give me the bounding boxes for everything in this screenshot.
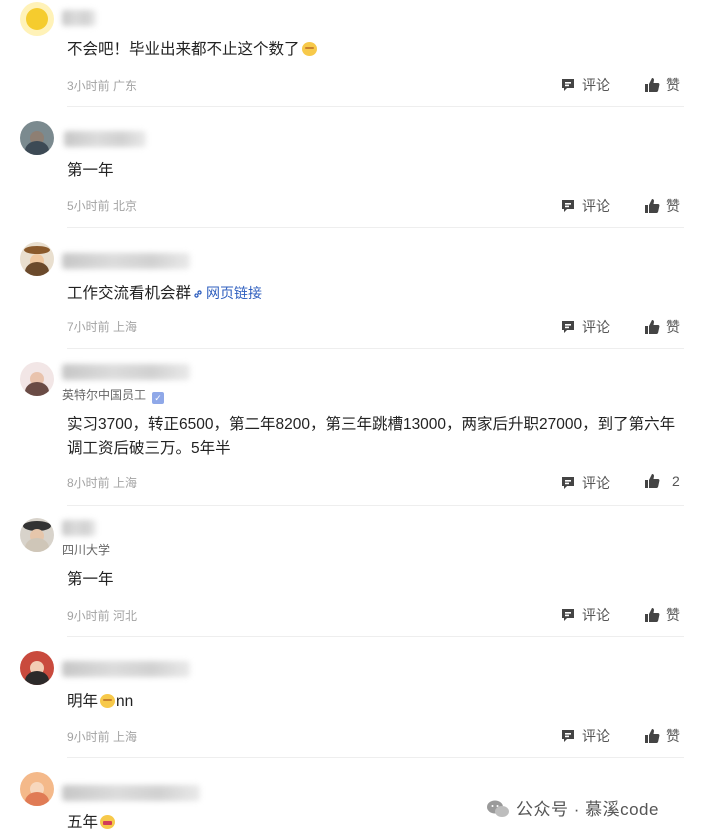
username-blurred[interactable] — [62, 253, 190, 269]
username-blurred[interactable] — [62, 785, 200, 801]
wechat-icon — [487, 800, 509, 817]
divider — [67, 636, 684, 637]
reply-button[interactable]: 评论 — [560, 726, 610, 746]
like-button[interactable]: 赞 — [644, 605, 680, 625]
comment-meta: 8小时前 上海 — [67, 476, 138, 490]
reply-button[interactable]: 评论 — [560, 75, 610, 95]
avatar[interactable] — [20, 362, 54, 396]
comment-text: 第一年 — [67, 571, 114, 588]
reply-button[interactable]: 评论 — [560, 196, 610, 216]
reply-button[interactable]: 评论 — [560, 473, 610, 493]
divider — [67, 505, 684, 506]
thumbs-up-icon — [645, 78, 660, 92]
comment-icon — [562, 200, 574, 212]
comment-icon — [562, 609, 574, 621]
thumbs-up-icon — [645, 608, 660, 622]
divider — [67, 227, 684, 228]
comment-text: 实习3700，转正6500，第二年8200，第三年跳槽13000，两家后升职27… — [67, 416, 676, 457]
web-link[interactable]: 网页链接 — [191, 285, 262, 301]
like-button[interactable]: 赞 — [644, 75, 680, 95]
smile-emoji-icon — [100, 694, 116, 708]
avatar[interactable] — [20, 121, 54, 155]
divider — [67, 348, 684, 349]
username-blurred[interactable] — [64, 131, 146, 147]
reply-button[interactable]: 评论 — [560, 605, 610, 625]
avatar[interactable] — [20, 2, 54, 36]
comment-text: 明年 nn — [67, 693, 134, 710]
comment-meta: 9小时前 上海 — [67, 730, 138, 744]
comment-meta: 3小时前 广东 — [67, 79, 138, 93]
like-count: 2 — [672, 473, 680, 489]
like-button[interactable]: 赞 — [644, 726, 680, 746]
thumbs-up-icon — [645, 474, 660, 488]
comment-icon — [562, 730, 574, 742]
comment-icon — [562, 79, 574, 91]
comment-icon — [562, 321, 574, 333]
link-icon — [194, 290, 202, 298]
avatar[interactable] — [20, 772, 54, 806]
avatar[interactable] — [20, 518, 54, 552]
like-button[interactable]: 赞 — [644, 317, 680, 337]
like-button[interactable]: 2 — [644, 473, 680, 489]
username-blurred[interactable] — [62, 520, 96, 536]
comment-meta: 5小时前 北京 — [67, 199, 138, 213]
like-button[interactable]: 赞 — [644, 196, 680, 216]
thumbs-up-icon — [645, 320, 660, 334]
thumbs-up-icon — [645, 199, 660, 213]
avatar[interactable] — [20, 242, 54, 276]
comment-text: 工作交流看机会群 网页链接 — [67, 285, 263, 302]
divider — [67, 757, 684, 758]
grin-emoji-icon — [100, 815, 116, 829]
reply-button[interactable]: 评论 — [560, 317, 610, 337]
user-title: 英特尔中国员工 ✓ — [62, 386, 165, 404]
avatar[interactable] — [20, 651, 54, 685]
comment-text: 不会吧！毕业出来都不止这个数了 — [67, 38, 687, 62]
comment-text: 第一年 — [67, 162, 114, 179]
comment-icon — [562, 477, 574, 489]
user-school: 四川大学 — [62, 543, 111, 557]
watermark: 公众号 · 慕溪code — [486, 795, 659, 820]
username-blurred[interactable] — [62, 10, 96, 26]
comment-meta: 9小时前 河北 — [67, 609, 138, 623]
divider — [67, 106, 684, 107]
username-blurred[interactable] — [62, 364, 190, 380]
username-blurred[interactable] — [62, 661, 190, 677]
verified-badge-icon: ✓ — [152, 392, 165, 404]
thumbs-up-icon — [645, 729, 660, 743]
comment-meta: 7小时前 上海 — [67, 320, 138, 334]
smile-emoji-icon — [301, 42, 317, 56]
